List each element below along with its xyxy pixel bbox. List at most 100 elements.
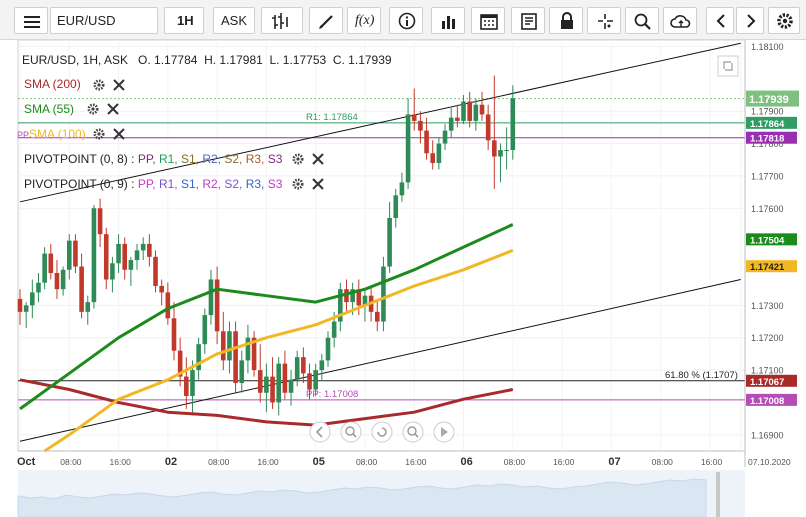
pivot-a-level-s2: S2,	[224, 152, 246, 166]
function-icon: f(x)	[355, 13, 375, 28]
candle-body	[73, 240, 78, 267]
function-button[interactable]: f(x)	[347, 7, 381, 34]
candle-body	[270, 376, 275, 403]
pivot-b-level-r2: R2,	[202, 177, 225, 191]
gear-icon[interactable]	[92, 78, 106, 92]
time-axis: Oct 08:00 16:00 02 08:00 16:00 05 08:00 16:00 06 0…	[17, 450, 791, 468]
pivot-a-level-r1: R1,	[158, 152, 181, 166]
calendar-button[interactable]	[471, 7, 505, 34]
crosshair-button[interactable]	[587, 7, 621, 34]
indicators-button[interactable]	[431, 7, 465, 34]
candle-body	[233, 331, 238, 384]
next-button[interactable]	[736, 7, 764, 34]
candle-body	[461, 101, 466, 121]
time-tick-label: 07	[608, 456, 620, 468]
candle-body	[257, 370, 263, 393]
reset-icon[interactable]	[371, 421, 393, 443]
candle-body	[159, 285, 164, 293]
price-tick-label: 1.16900	[751, 430, 784, 440]
level-label-pp: PP: 1.17008	[306, 389, 358, 400]
candle-body	[307, 373, 312, 390]
zoom-in-icon-bg	[402, 421, 424, 443]
price-badge-text-r1: 1.17864	[750, 119, 785, 130]
news-icon	[521, 13, 537, 30]
candle-body	[165, 292, 171, 319]
candle-body	[147, 243, 152, 257]
price-type-label: ASK	[221, 13, 248, 28]
legend-pivot-a: PIVOTPOINT (0, 8) : PP, R1, S1, R2, S2, …	[24, 152, 282, 166]
candle-body	[294, 357, 300, 380]
gear-icon[interactable]	[291, 152, 305, 166]
time-tick-label: 16:00	[405, 457, 427, 467]
ohlc-text: EUR/USD, 1H, ASK O. 1.17784 H. 1.17981 L…	[22, 53, 392, 67]
pivot-b-sep: :	[127, 177, 138, 191]
gear-icon[interactable]	[291, 177, 305, 191]
price-chart[interactable]: R1: 1.17864 61.80 % (1.1707) PP: 1.17008 1…	[0, 40, 806, 517]
close-icon[interactable]	[112, 78, 126, 92]
time-tick-label: 05	[313, 456, 325, 468]
candle-body	[498, 150, 503, 157]
menu-button[interactable]	[14, 7, 48, 34]
cloud-save-button[interactable]	[663, 7, 697, 34]
timeframe-select[interactable]: 1H	[164, 7, 204, 34]
candle-body	[510, 98, 516, 151]
close-icon[interactable]	[112, 127, 126, 141]
sma100-prefix: PP	[17, 130, 30, 140]
candle-body	[184, 376, 189, 396]
candle-body	[239, 360, 245, 384]
pivot-a-levels: PP, R1, S1, R2, S2, R3, S3	[138, 152, 283, 166]
symbol-select[interactable]: EUR/USD	[50, 7, 158, 34]
time-tick-label: 07.10.2020	[748, 457, 791, 467]
scroll-left-icon[interactable]	[309, 421, 331, 443]
candle-body	[97, 208, 103, 235]
play-icon[interactable]	[433, 421, 455, 443]
lock-button[interactable]	[549, 7, 583, 34]
candle-body	[282, 363, 288, 393]
news-button[interactable]	[511, 7, 545, 34]
pivot-b-level-r3: R3,	[245, 177, 268, 191]
zoom-out-icon[interactable]	[340, 421, 362, 443]
prev-button[interactable]	[706, 7, 734, 34]
time-tick-label: 16:00	[701, 457, 723, 467]
settings-button[interactable]	[768, 7, 800, 34]
candle-body	[17, 298, 23, 312]
pivot-a-level-pp: PP,	[137, 152, 159, 166]
close-icon[interactable]	[311, 152, 325, 166]
candle-body	[23, 305, 29, 312]
pivot-b-level-pp: PP,	[137, 177, 159, 191]
candle-body	[214, 279, 220, 332]
gear-icon[interactable]	[92, 127, 106, 141]
close-icon[interactable]	[311, 177, 325, 191]
candle-body	[190, 370, 195, 396]
sma200-label: SMA (200)	[24, 77, 81, 91]
pivot-b-level-r1: R1,	[158, 177, 181, 191]
bar-style-button[interactable]	[261, 7, 303, 34]
candle-body	[411, 114, 417, 121]
price-badge-text-sma55: 1.17504	[750, 235, 785, 246]
candle-body	[36, 282, 41, 293]
candle-body	[325, 337, 331, 361]
legend-sma100: PPSMA (100)	[17, 127, 86, 141]
candle-body	[399, 182, 405, 196]
candle-body	[276, 363, 282, 403]
info-button[interactable]	[389, 7, 423, 34]
price-badge-text-pp: 1.17008	[750, 396, 784, 407]
zoom-in-icon[interactable]	[402, 421, 424, 443]
toolbar: EUR/USD 1H ASK f(x)	[0, 0, 806, 40]
price-type-select[interactable]: ASK	[213, 7, 255, 34]
level-label-r1: R1: 1.17864	[306, 112, 358, 123]
close-icon[interactable]	[106, 102, 120, 116]
candle-body	[436, 143, 442, 163]
grid	[17, 40, 746, 452]
expand-icon[interactable]	[717, 55, 739, 77]
gear-icon[interactable]	[86, 102, 100, 116]
plot-area	[17, 40, 746, 452]
zoom-button[interactable]	[625, 7, 659, 34]
pivot-a-level-r2: R2,	[202, 152, 225, 166]
candle-body	[430, 153, 436, 163]
candle-body	[48, 253, 54, 274]
legend-sma55: SMA (55)	[24, 102, 74, 116]
candle-body	[245, 337, 251, 361]
draw-line-button[interactable]	[309, 7, 343, 34]
pivot-b-level-s3: S3	[267, 177, 283, 191]
